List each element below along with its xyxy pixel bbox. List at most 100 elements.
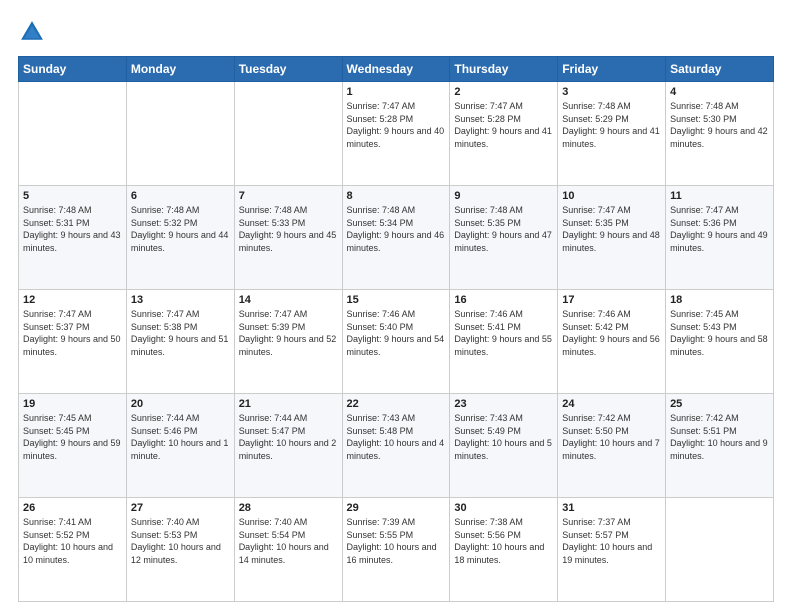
calendar-cell: 25 Sunrise: 7:42 AM Sunset: 5:51 PM Dayli… — [666, 394, 774, 498]
calendar-cell: 20 Sunrise: 7:44 AM Sunset: 5:46 PM Dayli… — [126, 394, 234, 498]
day-info: Sunrise: 7:48 AM Sunset: 5:30 PM Dayligh… — [670, 100, 769, 150]
calendar-cell: 5Sunrise: 7:48 AM Sunset: 5:31 PM Daylig… — [19, 186, 127, 290]
week-row-4: 19Sunrise: 7:45 AM Sunset: 5:45 PM Dayli… — [19, 394, 774, 498]
day-info: Sunrise: 7:44 AM Sunset: 5:46 PM Dayligh… — [131, 412, 230, 462]
weekday-header-wednesday: Wednesday — [342, 57, 450, 82]
calendar-cell: 4 Sunrise: 7:48 AM Sunset: 5:30 PM Daylig… — [666, 82, 774, 186]
week-row-2: 5Sunrise: 7:48 AM Sunset: 5:31 PM Daylig… — [19, 186, 774, 290]
calendar-cell: 10 Sunrise: 7:47 AM Sunset: 5:35 PM Dayli… — [558, 186, 666, 290]
calendar-cell: 19Sunrise: 7:45 AM Sunset: 5:45 PM Dayli… — [19, 394, 127, 498]
calendar-cell: 30 Sunrise: 7:38 AM Sunset: 5:56 PM Dayli… — [450, 498, 558, 602]
day-info: Sunrise: 7:47 AM Sunset: 5:28 PM Dayligh… — [347, 100, 446, 150]
day-info: Sunrise: 7:43 AM Sunset: 5:49 PM Dayligh… — [454, 412, 553, 462]
calendar-cell: 18 Sunrise: 7:45 AM Sunset: 5:43 PM Dayli… — [666, 290, 774, 394]
calendar-cell: 29 Sunrise: 7:39 AM Sunset: 5:55 PM Dayli… — [342, 498, 450, 602]
calendar-cell: 22 Sunrise: 7:43 AM Sunset: 5:48 PM Dayli… — [342, 394, 450, 498]
day-number: 25 — [670, 398, 769, 410]
calendar-cell: 17Sunrise: 7:46 AM Sunset: 5:42 PM Dayli… — [558, 290, 666, 394]
weekday-header-tuesday: Tuesday — [234, 57, 342, 82]
weekday-header-saturday: Saturday — [666, 57, 774, 82]
weekday-header-sunday: Sunday — [19, 57, 127, 82]
calendar-cell: 23 Sunrise: 7:43 AM Sunset: 5:49 PM Dayli… — [450, 394, 558, 498]
day-number: 10 — [562, 190, 661, 202]
weekday-header-friday: Friday — [558, 57, 666, 82]
day-number: 5 — [23, 190, 122, 202]
day-info: Sunrise: 7:42 AM Sunset: 5:50 PM Dayligh… — [562, 412, 661, 462]
day-number: 4 — [670, 86, 769, 98]
calendar-cell — [126, 82, 234, 186]
calendar-cell: 3Sunrise: 7:48 AM Sunset: 5:29 PM Daylig… — [558, 82, 666, 186]
day-info: Sunrise: 7:38 AM Sunset: 5:56 PM Dayligh… — [454, 516, 553, 566]
day-info: Sunrise: 7:48 AM Sunset: 5:35 PM Dayligh… — [454, 204, 553, 254]
calendar-cell: 9 Sunrise: 7:48 AM Sunset: 5:35 PM Daylig… — [450, 186, 558, 290]
calendar-cell: 11 Sunrise: 7:47 AM Sunset: 5:36 PM Dayli… — [666, 186, 774, 290]
day-info: Sunrise: 7:39 AM Sunset: 5:55 PM Dayligh… — [347, 516, 446, 566]
day-number: 21 — [239, 398, 338, 410]
calendar-cell: 31 Sunrise: 7:37 AM Sunset: 5:57 PM Dayli… — [558, 498, 666, 602]
day-number: 26 — [23, 502, 122, 514]
calendar-cell: 21 Sunrise: 7:44 AM Sunset: 5:47 PM Dayli… — [234, 394, 342, 498]
day-info: Sunrise: 7:45 AM Sunset: 5:43 PM Dayligh… — [670, 308, 769, 358]
day-info: Sunrise: 7:47 AM Sunset: 5:35 PM Dayligh… — [562, 204, 661, 254]
calendar-cell: 27Sunrise: 7:40 AM Sunset: 5:53 PM Dayli… — [126, 498, 234, 602]
day-number: 1 — [347, 86, 446, 98]
logo-icon — [18, 18, 46, 46]
day-number: 16 — [454, 294, 553, 306]
day-number: 7 — [239, 190, 338, 202]
day-info: Sunrise: 7:41 AM Sunset: 5:52 PM Dayligh… — [23, 516, 122, 566]
day-number: 31 — [562, 502, 661, 514]
week-row-3: 12 Sunrise: 7:47 AM Sunset: 5:37 PM Dayli… — [19, 290, 774, 394]
day-number: 12 — [23, 294, 122, 306]
calendar-cell: 28Sunrise: 7:40 AM Sunset: 5:54 PM Dayli… — [234, 498, 342, 602]
calendar-cell — [234, 82, 342, 186]
week-row-5: 26 Sunrise: 7:41 AM Sunset: 5:52 PM Dayli… — [19, 498, 774, 602]
day-number: 20 — [131, 398, 230, 410]
calendar-cell: 2 Sunrise: 7:47 AM Sunset: 5:28 PM Daylig… — [450, 82, 558, 186]
day-info: Sunrise: 7:48 AM Sunset: 5:29 PM Dayligh… — [562, 100, 661, 150]
day-number: 9 — [454, 190, 553, 202]
calendar-cell: 8Sunrise: 7:48 AM Sunset: 5:34 PM Daylig… — [342, 186, 450, 290]
day-info: Sunrise: 7:47 AM Sunset: 5:36 PM Dayligh… — [670, 204, 769, 254]
day-number: 15 — [347, 294, 446, 306]
day-number: 27 — [131, 502, 230, 514]
day-info: Sunrise: 7:42 AM Sunset: 5:51 PM Dayligh… — [670, 412, 769, 462]
day-number: 11 — [670, 190, 769, 202]
day-number: 13 — [131, 294, 230, 306]
day-number: 29 — [347, 502, 446, 514]
day-info: Sunrise: 7:47 AM Sunset: 5:37 PM Dayligh… — [23, 308, 122, 358]
day-info: Sunrise: 7:44 AM Sunset: 5:47 PM Dayligh… — [239, 412, 338, 462]
day-info: Sunrise: 7:46 AM Sunset: 5:42 PM Dayligh… — [562, 308, 661, 358]
calendar-cell: 26 Sunrise: 7:41 AM Sunset: 5:52 PM Dayli… — [19, 498, 127, 602]
weekday-header-row: SundayMondayTuesdayWednesdayThursdayFrid… — [19, 57, 774, 82]
day-number: 22 — [347, 398, 446, 410]
day-number: 14 — [239, 294, 338, 306]
day-info: Sunrise: 7:48 AM Sunset: 5:32 PM Dayligh… — [131, 204, 230, 254]
day-number: 6 — [131, 190, 230, 202]
calendar-table: SundayMondayTuesdayWednesdayThursdayFrid… — [18, 56, 774, 602]
day-info: Sunrise: 7:43 AM Sunset: 5:48 PM Dayligh… — [347, 412, 446, 462]
day-info: Sunrise: 7:46 AM Sunset: 5:40 PM Dayligh… — [347, 308, 446, 358]
day-number: 18 — [670, 294, 769, 306]
day-number: 24 — [562, 398, 661, 410]
day-info: Sunrise: 7:47 AM Sunset: 5:39 PM Dayligh… — [239, 308, 338, 358]
calendar-cell: 14 Sunrise: 7:47 AM Sunset: 5:39 PM Dayli… — [234, 290, 342, 394]
day-info: Sunrise: 7:37 AM Sunset: 5:57 PM Dayligh… — [562, 516, 661, 566]
calendar-cell: 1 Sunrise: 7:47 AM Sunset: 5:28 PM Daylig… — [342, 82, 450, 186]
calendar-cell: 7Sunrise: 7:48 AM Sunset: 5:33 PM Daylig… — [234, 186, 342, 290]
day-number: 19 — [23, 398, 122, 410]
logo — [18, 18, 50, 46]
day-info: Sunrise: 7:47 AM Sunset: 5:38 PM Dayligh… — [131, 308, 230, 358]
day-number: 30 — [454, 502, 553, 514]
day-info: Sunrise: 7:47 AM Sunset: 5:28 PM Dayligh… — [454, 100, 553, 150]
calendar-cell: 16 Sunrise: 7:46 AM Sunset: 5:41 PM Dayli… — [450, 290, 558, 394]
calendar-cell — [19, 82, 127, 186]
calendar-cell: 15 Sunrise: 7:46 AM Sunset: 5:40 PM Dayli… — [342, 290, 450, 394]
day-info: Sunrise: 7:48 AM Sunset: 5:34 PM Dayligh… — [347, 204, 446, 254]
day-number: 28 — [239, 502, 338, 514]
weekday-header-thursday: Thursday — [450, 57, 558, 82]
calendar-cell — [666, 498, 774, 602]
day-number: 23 — [454, 398, 553, 410]
day-number: 2 — [454, 86, 553, 98]
header — [18, 18, 774, 46]
day-info: Sunrise: 7:46 AM Sunset: 5:41 PM Dayligh… — [454, 308, 553, 358]
